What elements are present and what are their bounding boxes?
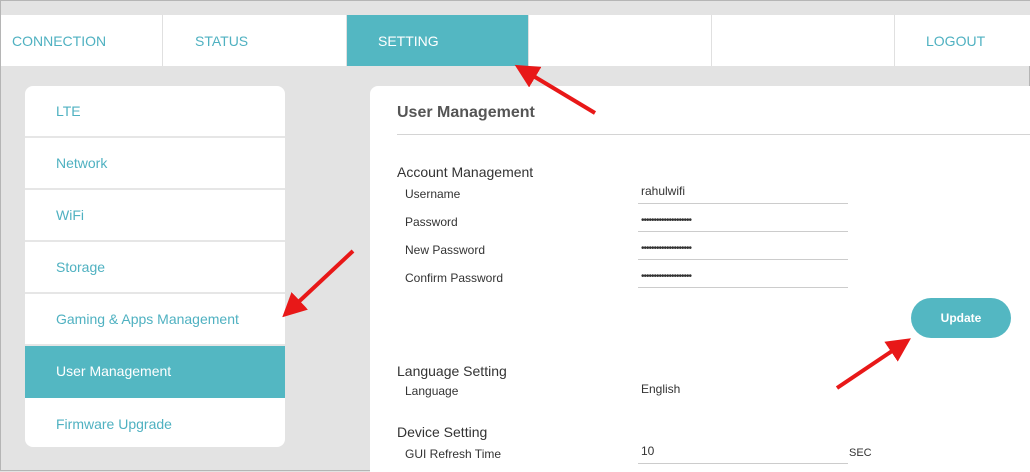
tab-empty-2[interactable] bbox=[712, 15, 895, 66]
refresh-unit-label: SEC bbox=[849, 447, 872, 459]
confirm-password-label: Confirm Password bbox=[405, 271, 504, 285]
tab-status[interactable]: STATUS bbox=[163, 15, 347, 66]
title-divider bbox=[397, 134, 1030, 135]
tab-empty-1[interactable] bbox=[529, 15, 712, 66]
language-value[interactable]: English bbox=[638, 382, 848, 402]
account-management-heading: Account Management bbox=[397, 164, 534, 180]
tab-connection[interactable]: CONNECTION bbox=[1, 15, 163, 66]
sidebar-item-lte[interactable]: LTE bbox=[25, 86, 285, 138]
sidebar-item-wifi[interactable]: WiFi bbox=[25, 190, 285, 242]
update-button[interactable]: Update bbox=[911, 298, 1011, 338]
device-setting-heading: Device Setting bbox=[397, 424, 488, 440]
main-panel: User Management Account Management Usern… bbox=[370, 86, 1030, 472]
sidebar-item-network[interactable]: Network bbox=[25, 138, 285, 190]
sidebar-item-user-management[interactable]: User Management bbox=[25, 346, 285, 398]
new-password-label: New Password bbox=[405, 243, 486, 257]
sidebar-item-storage[interactable]: Storage bbox=[25, 242, 285, 294]
tab-logout[interactable]: LOGOUT bbox=[895, 15, 1030, 66]
username-field[interactable]: rahulwifi bbox=[638, 184, 848, 204]
sidebar: LTE Network WiFi Storage Gaming & Apps M… bbox=[25, 86, 285, 447]
arrow-to-user-management bbox=[282, 249, 355, 318]
tab-setting[interactable]: SETTING bbox=[347, 15, 529, 66]
gui-refresh-time-label: GUI Refresh Time bbox=[405, 447, 502, 461]
new-password-field[interactable]: •••••••••••••••••••• bbox=[638, 240, 848, 260]
username-label: Username bbox=[405, 187, 461, 201]
language-label: Language bbox=[405, 384, 459, 398]
page-title: User Management bbox=[397, 104, 535, 121]
confirm-password-field[interactable]: •••••••••••••••••••• bbox=[638, 268, 848, 288]
top-strip bbox=[1, 1, 1030, 15]
password-field[interactable]: •••••••••••••••••••• bbox=[638, 212, 848, 232]
gui-refresh-time-field[interactable]: 10 bbox=[638, 444, 848, 464]
sidebar-item-gaming-apps[interactable]: Gaming & Apps Management bbox=[25, 294, 285, 346]
sidebar-item-firmware-upgrade[interactable]: Firmware Upgrade bbox=[25, 398, 285, 447]
top-navigation: CONNECTION STATUS SETTING LOGOUT bbox=[1, 15, 1030, 66]
language-setting-heading: Language Setting bbox=[397, 363, 507, 379]
password-label: Password bbox=[405, 215, 458, 229]
